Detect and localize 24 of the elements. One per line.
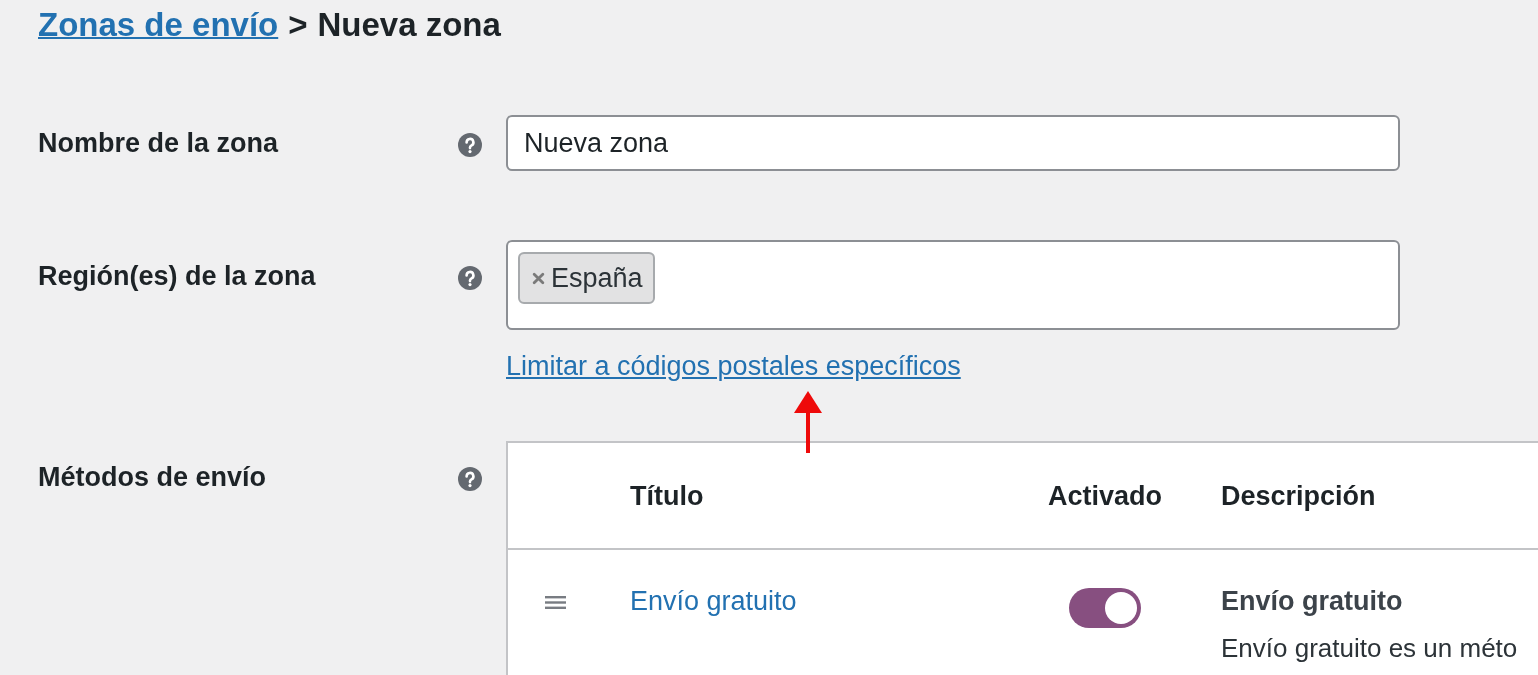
enabled-toggle[interactable] [1069, 588, 1141, 628]
description-title: Envío gratuito [1221, 586, 1404, 616]
region-select-field[interactable]: España [506, 240, 1400, 330]
column-header: Activado [1048, 480, 1162, 511]
hamburger-icon[interactable] [544, 596, 566, 609]
field-label: Nombre de la zona [38, 128, 279, 158]
region-tag[interactable]: España [518, 252, 655, 304]
postcode-limit-link[interactable]: Limitar a códigos postales específicos [506, 351, 961, 381]
page-title: Nueva zona [317, 7, 501, 43]
breadcrumb-separator: > [288, 7, 308, 43]
region-name: España [551, 262, 643, 294]
column-header: Descripción [1221, 480, 1376, 511]
zone-name-input[interactable]: Nueva zona [506, 115, 1400, 171]
breadcrumb-link[interactable]: Zonas de envío [38, 7, 279, 43]
field-label: Región(es) de la zona [38, 261, 316, 291]
help-icon[interactable] [458, 467, 482, 491]
help-icon[interactable] [458, 133, 482, 157]
method-title-link[interactable]: Envío gratuito [630, 586, 797, 616]
help-icon[interactable] [458, 266, 482, 290]
column-header: Título [630, 480, 704, 511]
remove-icon[interactable] [532, 271, 545, 285]
field-label: Métodos de envío [38, 462, 267, 492]
pointer-arrow [794, 391, 822, 453]
description-text: Envío gratuito es un méto [1221, 633, 1519, 663]
